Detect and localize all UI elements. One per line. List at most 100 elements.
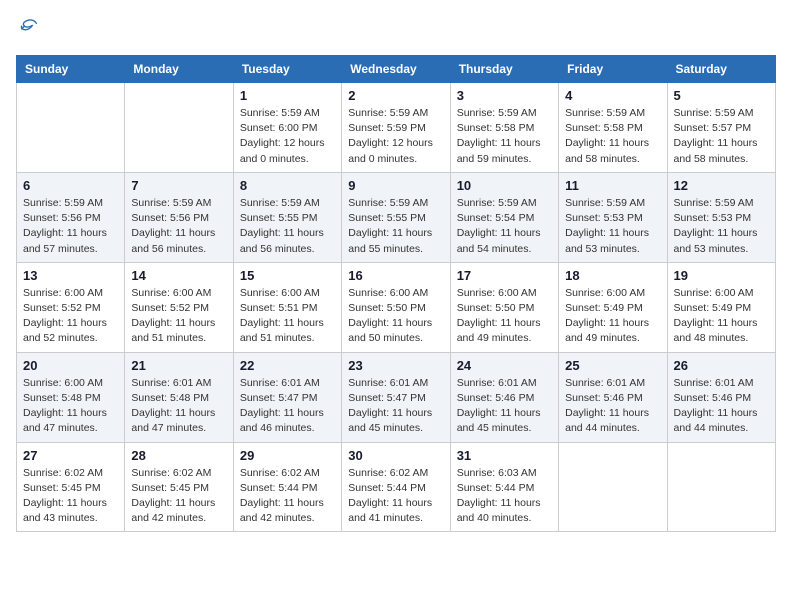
day-info: Sunrise: 6:00 AMSunset: 5:50 PMDaylight:… (457, 286, 552, 347)
day-info: Sunrise: 5:59 AMSunset: 5:59 PMDaylight:… (348, 106, 443, 167)
day-info: Sunrise: 6:01 AMSunset: 5:46 PMDaylight:… (674, 376, 769, 437)
day-info: Sunrise: 5:59 AMSunset: 5:58 PMDaylight:… (457, 106, 552, 167)
day-number: 23 (348, 358, 443, 373)
calendar-cell: 19 Sunrise: 6:00 AMSunset: 5:49 PMDayligh… (667, 262, 775, 352)
calendar-week-row: 6 Sunrise: 5:59 AMSunset: 5:56 PMDaylight… (17, 172, 776, 262)
day-info: Sunrise: 6:01 AMSunset: 5:47 PMDaylight:… (348, 376, 443, 437)
calendar-week-row: 13 Sunrise: 6:00 AMSunset: 5:52 PMDayligh… (17, 262, 776, 352)
day-info: Sunrise: 6:01 AMSunset: 5:47 PMDaylight:… (240, 376, 335, 437)
calendar-cell (559, 442, 667, 532)
calendar-cell: 12 Sunrise: 5:59 AMSunset: 5:53 PMDayligh… (667, 172, 775, 262)
day-number: 5 (674, 88, 769, 103)
calendar-cell: 3 Sunrise: 5:59 AMSunset: 5:58 PMDaylight… (450, 83, 558, 173)
day-info: Sunrise: 6:00 AMSunset: 5:49 PMDaylight:… (674, 286, 769, 347)
calendar-table: SundayMondayTuesdayWednesdayThursdayFrid… (16, 55, 776, 532)
weekday-header-tuesday: Tuesday (233, 56, 341, 83)
weekday-header-saturday: Saturday (667, 56, 775, 83)
day-number: 11 (565, 178, 660, 193)
day-number: 28 (131, 448, 226, 463)
day-number: 20 (23, 358, 118, 373)
day-number: 13 (23, 268, 118, 283)
day-number: 9 (348, 178, 443, 193)
calendar-cell: 27 Sunrise: 6:02 AMSunset: 5:45 PMDayligh… (17, 442, 125, 532)
weekday-header-wednesday: Wednesday (342, 56, 450, 83)
calendar-cell: 13 Sunrise: 6:00 AMSunset: 5:52 PMDayligh… (17, 262, 125, 352)
calendar-cell: 2 Sunrise: 5:59 AMSunset: 5:59 PMDaylight… (342, 83, 450, 173)
calendar-cell: 24 Sunrise: 6:01 AMSunset: 5:46 PMDayligh… (450, 352, 558, 442)
day-info: Sunrise: 6:01 AMSunset: 5:46 PMDaylight:… (457, 376, 552, 437)
calendar-cell: 1 Sunrise: 5:59 AMSunset: 6:00 PMDaylight… (233, 83, 341, 173)
day-number: 26 (674, 358, 769, 373)
day-number: 29 (240, 448, 335, 463)
calendar-week-row: 20 Sunrise: 6:00 AMSunset: 5:48 PMDayligh… (17, 352, 776, 442)
calendar-week-row: 1 Sunrise: 5:59 AMSunset: 6:00 PMDaylight… (17, 83, 776, 173)
calendar-cell: 29Sunrise: 6:02 AMSunset: 5:44 PMDayligh… (233, 442, 341, 532)
day-number: 14 (131, 268, 226, 283)
day-number: 7 (131, 178, 226, 193)
weekday-header-friday: Friday (559, 56, 667, 83)
day-number: 22 (240, 358, 335, 373)
day-number: 3 (457, 88, 552, 103)
day-info: Sunrise: 5:59 AMSunset: 5:53 PMDaylight:… (565, 196, 660, 257)
day-number: 27 (23, 448, 118, 463)
calendar-cell: 8 Sunrise: 5:59 AMSunset: 5:55 PMDaylight… (233, 172, 341, 262)
calendar-cell (125, 83, 233, 173)
day-info: Sunrise: 6:02 AMSunset: 5:44 PMDaylight:… (348, 466, 443, 527)
calendar-cell: 14 Sunrise: 6:00 AMSunset: 5:52 PMDayligh… (125, 262, 233, 352)
day-info: Sunrise: 6:00 AMSunset: 5:52 PMDaylight:… (23, 286, 118, 347)
day-info: Sunrise: 5:59 AMSunset: 5:55 PMDaylight:… (348, 196, 443, 257)
calendar-cell: 31Sunrise: 6:03 AMSunset: 5:44 PMDayligh… (450, 442, 558, 532)
day-number: 6 (23, 178, 118, 193)
day-info: Sunrise: 6:00 AMSunset: 5:51 PMDaylight:… (240, 286, 335, 347)
calendar-cell: 7 Sunrise: 5:59 AMSunset: 5:56 PMDaylight… (125, 172, 233, 262)
day-info: Sunrise: 5:59 AMSunset: 5:56 PMDaylight:… (131, 196, 226, 257)
day-number: 2 (348, 88, 443, 103)
day-info: Sunrise: 6:00 AMSunset: 5:50 PMDaylight:… (348, 286, 443, 347)
calendar-cell: 28 Sunrise: 6:02 AMSunset: 5:45 PMDayligh… (125, 442, 233, 532)
day-number: 1 (240, 88, 335, 103)
calendar-cell: 10Sunrise: 5:59 AMSunset: 5:54 PMDayligh… (450, 172, 558, 262)
day-info: Sunrise: 6:00 AMSunset: 5:48 PMDaylight:… (23, 376, 118, 437)
calendar-cell: 21Sunrise: 6:01 AMSunset: 5:48 PMDayligh… (125, 352, 233, 442)
calendar-cell: 23 Sunrise: 6:01 AMSunset: 5:47 PMDayligh… (342, 352, 450, 442)
calendar-cell: 5 Sunrise: 5:59 AMSunset: 5:57 PMDaylight… (667, 83, 775, 173)
day-info: Sunrise: 5:59 AMSunset: 5:53 PMDaylight:… (674, 196, 769, 257)
calendar-cell: 30 Sunrise: 6:02 AMSunset: 5:44 PMDayligh… (342, 442, 450, 532)
day-info: Sunrise: 6:02 AMSunset: 5:45 PMDaylight:… (23, 466, 118, 527)
day-number: 16 (348, 268, 443, 283)
day-number: 15 (240, 268, 335, 283)
calendar-cell: 16 Sunrise: 6:00 AMSunset: 5:50 PMDayligh… (342, 262, 450, 352)
day-number: 24 (457, 358, 552, 373)
day-number: 21 (131, 358, 226, 373)
day-number: 10 (457, 178, 552, 193)
calendar-cell: 9 Sunrise: 5:59 AMSunset: 5:55 PMDaylight… (342, 172, 450, 262)
day-number: 4 (565, 88, 660, 103)
day-number: 19 (674, 268, 769, 283)
day-info: Sunrise: 5:59 AMSunset: 5:55 PMDaylight:… (240, 196, 335, 257)
calendar-cell (17, 83, 125, 173)
day-info: Sunrise: 6:02 AMSunset: 5:45 PMDaylight:… (131, 466, 226, 527)
day-info: Sunrise: 6:00 AMSunset: 5:49 PMDaylight:… (565, 286, 660, 347)
day-info: Sunrise: 6:01 AMSunset: 5:46 PMDaylight:… (565, 376, 660, 437)
calendar-cell: 17Sunrise: 6:00 AMSunset: 5:50 PMDayligh… (450, 262, 558, 352)
day-info: Sunrise: 5:59 AMSunset: 6:00 PMDaylight:… (240, 106, 335, 167)
calendar-cell: 22 Sunrise: 6:01 AMSunset: 5:47 PMDayligh… (233, 352, 341, 442)
day-info: Sunrise: 6:00 AMSunset: 5:52 PMDaylight:… (131, 286, 226, 347)
day-info: Sunrise: 5:59 AMSunset: 5:56 PMDaylight:… (23, 196, 118, 257)
logo (16, 16, 40, 43)
calendar-cell: 11 Sunrise: 5:59 AMSunset: 5:53 PMDayligh… (559, 172, 667, 262)
calendar-cell: 6 Sunrise: 5:59 AMSunset: 5:56 PMDaylight… (17, 172, 125, 262)
calendar-cell: 26 Sunrise: 6:01 AMSunset: 5:46 PMDayligh… (667, 352, 775, 442)
calendar-week-row: 27 Sunrise: 6:02 AMSunset: 5:45 PMDayligh… (17, 442, 776, 532)
weekday-header-row: SundayMondayTuesdayWednesdayThursdayFrid… (17, 56, 776, 83)
day-info: Sunrise: 6:03 AMSunset: 5:44 PMDaylight:… (457, 466, 552, 527)
day-number: 12 (674, 178, 769, 193)
day-number: 18 (565, 268, 660, 283)
day-info: Sunrise: 5:59 AMSunset: 5:57 PMDaylight:… (674, 106, 769, 167)
calendar-cell: 20 Sunrise: 6:00 AMSunset: 5:48 PMDayligh… (17, 352, 125, 442)
day-number: 30 (348, 448, 443, 463)
bird-icon (18, 16, 40, 43)
calendar-cell (667, 442, 775, 532)
day-number: 8 (240, 178, 335, 193)
weekday-header-sunday: Sunday (17, 56, 125, 83)
